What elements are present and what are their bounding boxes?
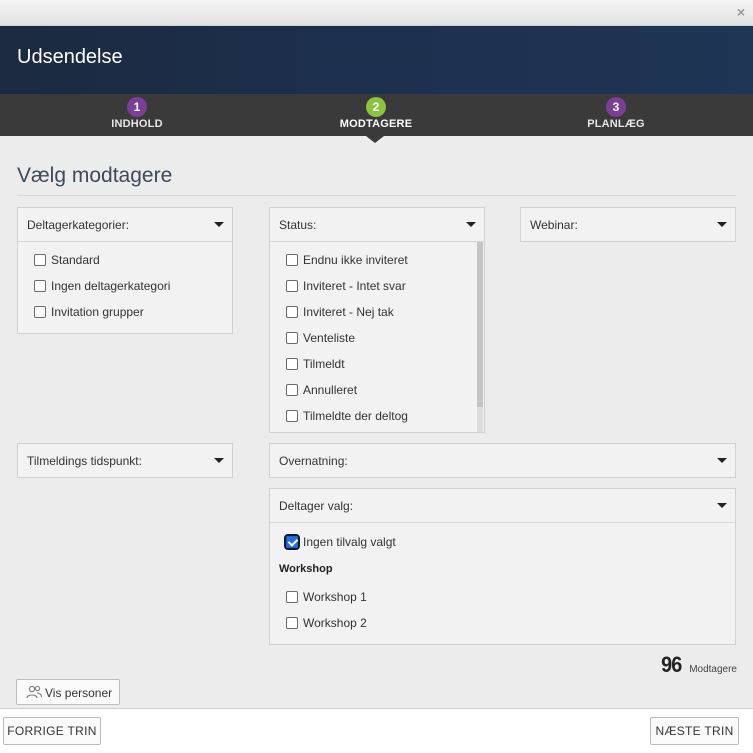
- option-label: Standard: [51, 253, 100, 267]
- step-planlaeg[interactable]: 3 PLANLÆG: [536, 97, 696, 130]
- recipient-count-number: 96: [661, 652, 682, 677]
- close-icon[interactable]: ×: [737, 4, 745, 20]
- filter-label: Deltager valg:: [279, 499, 354, 513]
- option-label: Venteliste: [303, 331, 356, 345]
- step-number: 2: [366, 97, 386, 117]
- option-label: Inviteret - Nej tak: [303, 305, 394, 319]
- checkbox[interactable]: [34, 306, 46, 318]
- checkbox[interactable]: [286, 280, 298, 292]
- dialog-header: Udsendelse: [0, 26, 753, 94]
- step-number: 1: [127, 97, 147, 117]
- previous-step-button[interactable]: FORRIGE TRIN: [3, 717, 101, 745]
- filter-label: Overnatning:: [279, 454, 348, 468]
- step-label: INDHOLD: [111, 118, 163, 130]
- checkbox[interactable]: [286, 306, 298, 318]
- wizard-steps: 1 INDHOLD 2 MODTAGERE 3 PLANLÆG: [0, 94, 753, 136]
- filter-categories-header[interactable]: Deltagerkategorier:: [18, 208, 232, 242]
- filter-status-header[interactable]: Status:: [270, 208, 484, 242]
- step-indhold[interactable]: 1 INDHOLD: [57, 97, 217, 130]
- step-modtagere[interactable]: 2 MODTAGERE: [296, 97, 456, 130]
- checkbox[interactable]: [286, 384, 298, 396]
- option-label: Ingen deltagerkategori: [51, 279, 171, 293]
- option-label: Invitation grupper: [51, 305, 144, 319]
- people-icon: [26, 685, 42, 699]
- filter-participant-choice: Deltager valg: Ingen tilvalg valgt Works…: [269, 488, 736, 645]
- chevron-down-icon: [214, 458, 224, 463]
- recipient-count-label: Modtagere: [689, 664, 737, 675]
- filter-label: Tilmeldings tidspunkt:: [27, 454, 142, 468]
- chevron-down-icon: [466, 222, 476, 227]
- filter-label: Status:: [279, 218, 317, 232]
- checkbox-checked[interactable]: [284, 534, 300, 550]
- filter-categories: Deltagerkategorier: Standard Ingen delta…: [17, 207, 233, 334]
- option-label: Inviteret - Intet svar: [303, 279, 406, 293]
- filter-status: Status: Endnu ikke inviteret Inviteret -…: [269, 207, 485, 433]
- page-title: Vælg modtagere: [17, 164, 173, 187]
- filter-accommodation-header[interactable]: Overnatning:: [270, 444, 735, 478]
- scrollbar-thumb[interactable]: [477, 242, 483, 407]
- filter-participant-choice-header[interactable]: Deltager valg:: [270, 489, 735, 523]
- dialog-title: Udsendelse: [17, 46, 123, 68]
- scrollbar[interactable]: [477, 242, 483, 432]
- dialog-footer: [0, 708, 753, 753]
- option-label: Workshop 1: [303, 590, 367, 604]
- option-label: Tilmeldte der deltog: [303, 409, 408, 423]
- recipient-count: 96 Modtagere: [660, 652, 737, 678]
- filter-webinar: Webinar:: [520, 207, 736, 242]
- divider: [17, 195, 736, 196]
- option-label: Annulleret: [303, 383, 358, 397]
- checkbox[interactable]: [286, 617, 298, 629]
- chevron-down-icon: [214, 222, 224, 227]
- step-label: PLANLÆG: [587, 118, 645, 130]
- option-label: Ingen tilvalg valgt: [303, 535, 396, 549]
- option-label: Endnu ikke inviteret: [303, 253, 408, 267]
- step-number: 3: [606, 97, 626, 117]
- window-titlebar: ×: [0, 0, 753, 26]
- filter-label: Deltagerkategorier:: [27, 218, 130, 232]
- step-label: MODTAGERE: [339, 118, 413, 130]
- checkbox[interactable]: [34, 280, 46, 292]
- chevron-down-icon: [717, 458, 727, 463]
- filter-label: Webinar:: [530, 218, 578, 232]
- filter-webinar-header[interactable]: Webinar:: [521, 208, 735, 242]
- checkbox[interactable]: [34, 254, 46, 266]
- active-step-pointer: [366, 136, 384, 143]
- chevron-down-icon: [717, 222, 727, 227]
- chevron-down-icon: [717, 503, 727, 508]
- show-people-label: Vis personer: [45, 686, 113, 700]
- checkbox[interactable]: [286, 358, 298, 370]
- filter-signup-time: Tilmeldings tidspunkt:: [17, 443, 233, 478]
- show-people-button[interactable]: Vis personer: [16, 679, 120, 705]
- filter-signup-time-header[interactable]: Tilmeldings tidspunkt:: [18, 444, 232, 478]
- checkbox[interactable]: [286, 254, 298, 266]
- checkbox[interactable]: [286, 410, 298, 422]
- checkbox[interactable]: [286, 332, 298, 344]
- option-label: Tilmeldt: [303, 357, 345, 371]
- next-step-button[interactable]: NÆSTE TRIN: [650, 717, 739, 745]
- group-title: Workshop: [279, 563, 333, 575]
- option-label: Workshop 2: [303, 616, 367, 630]
- filter-accommodation: Overnatning:: [269, 443, 736, 478]
- checkbox[interactable]: [286, 591, 298, 603]
